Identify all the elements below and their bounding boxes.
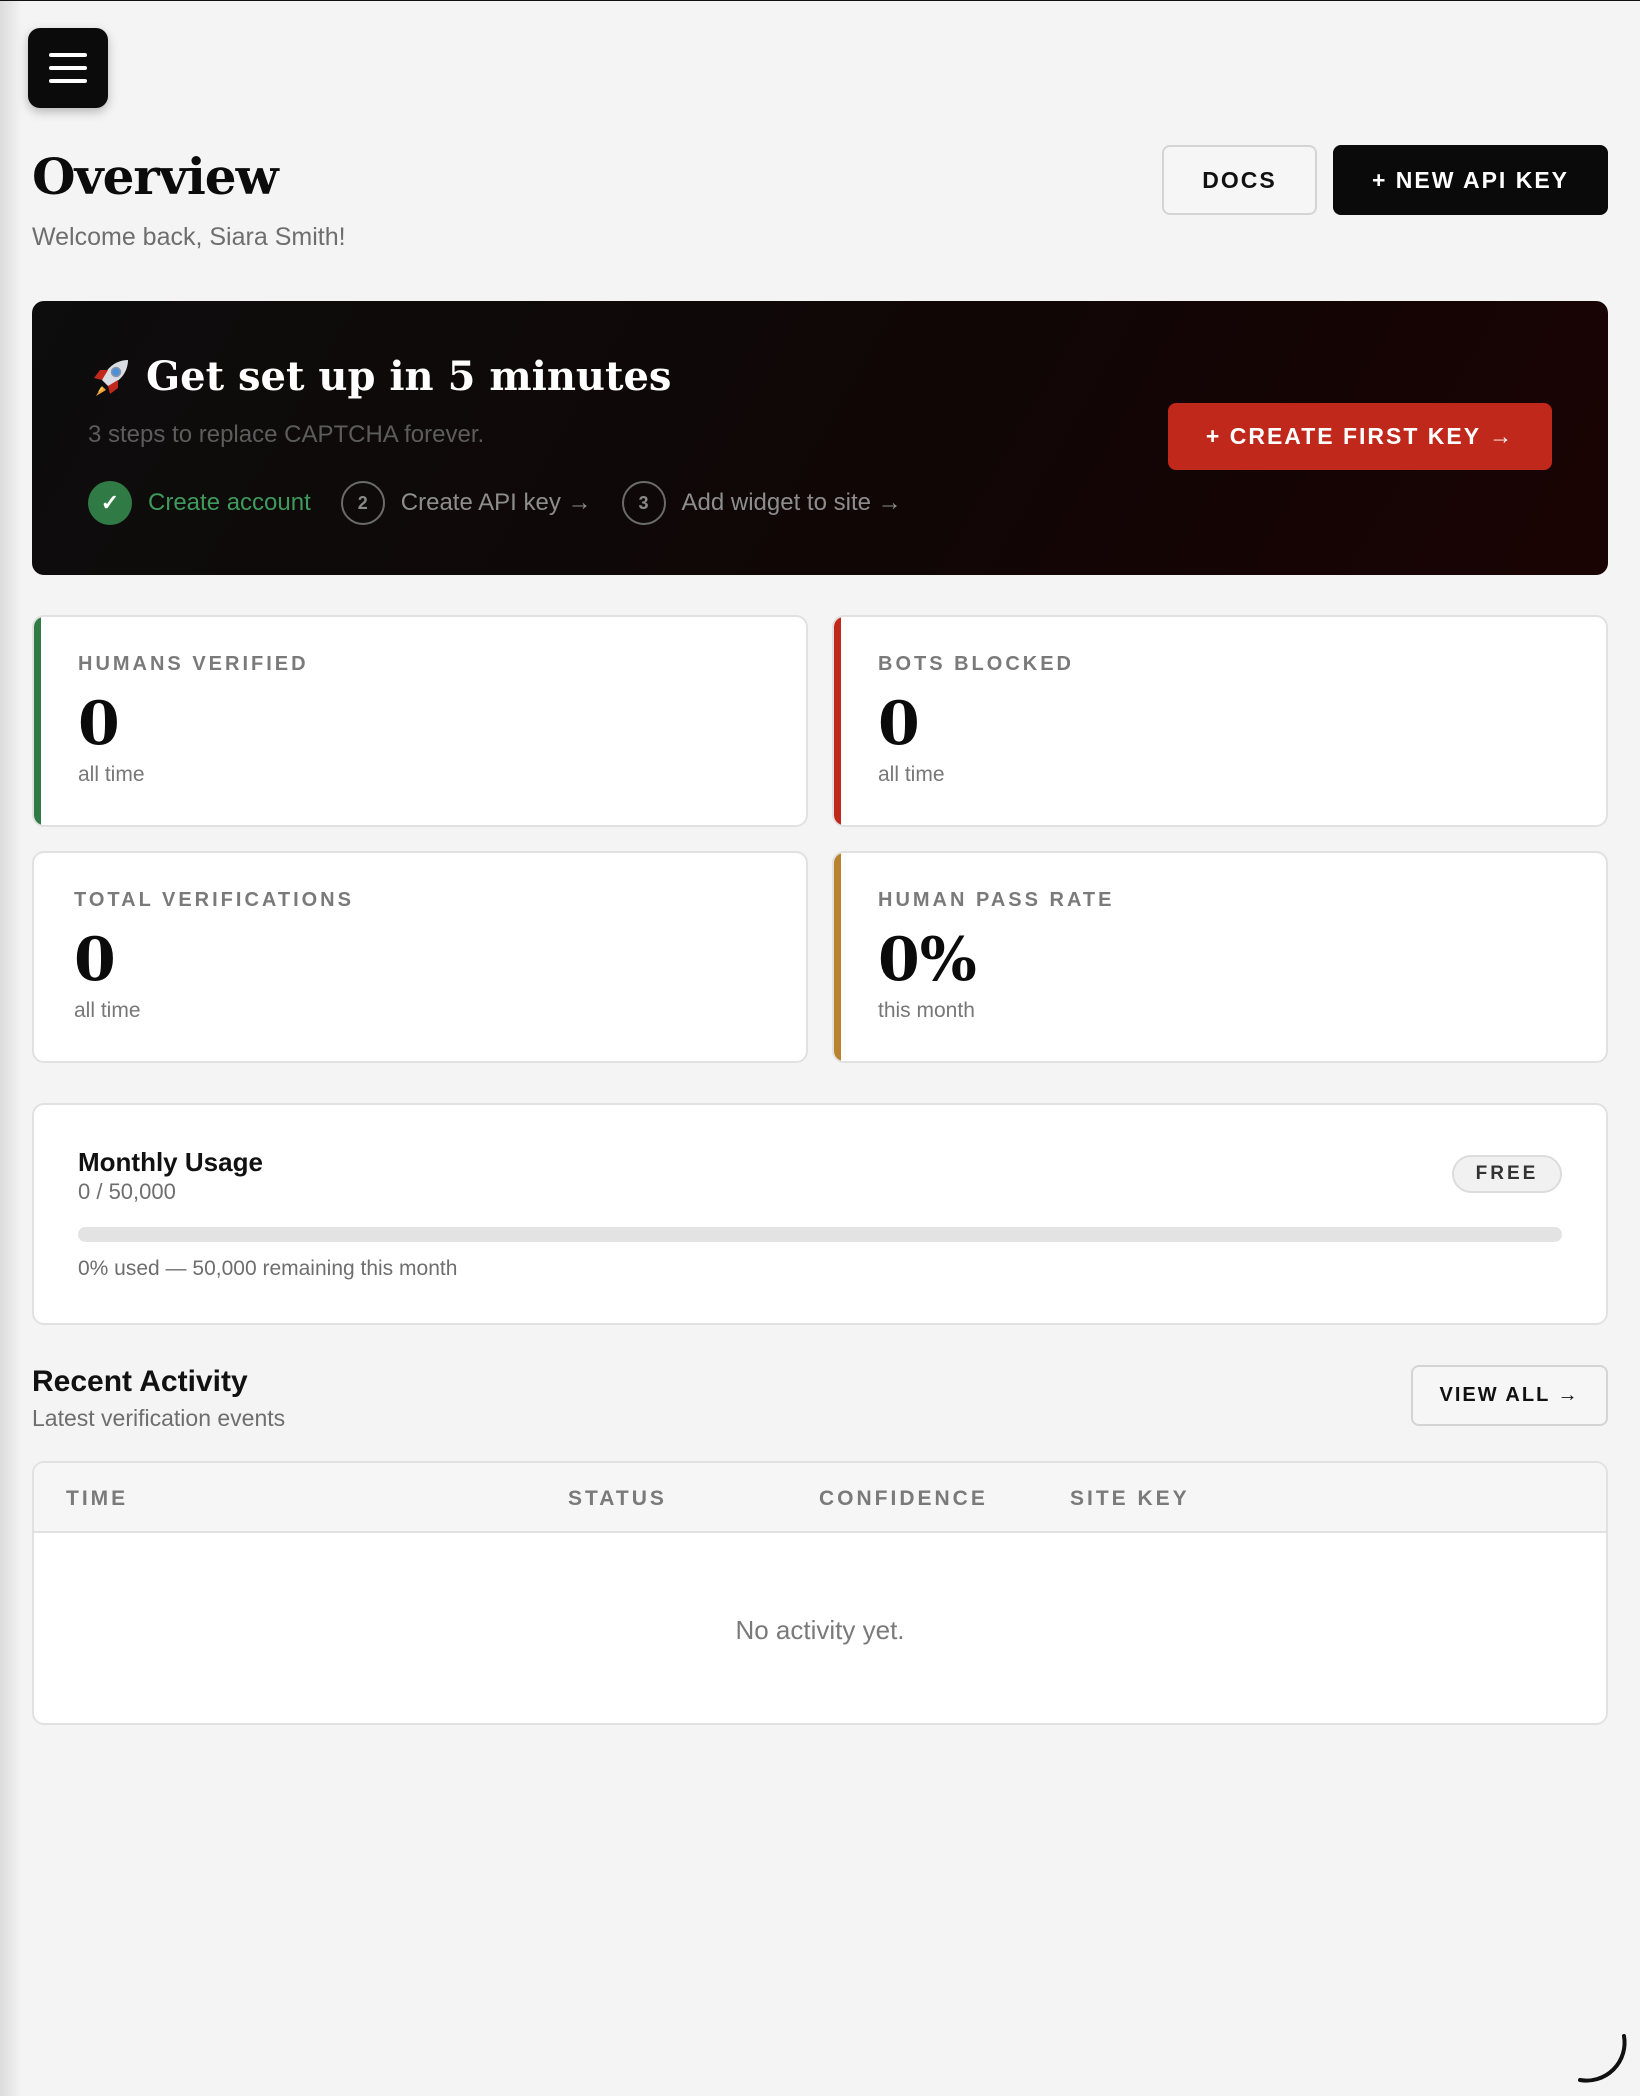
stat-label: HUMANS VERIFIED xyxy=(78,653,309,675)
setup-steps: ✓ Create account 2 Create API key → 3 Ad… xyxy=(88,481,932,525)
stat-period: all time xyxy=(878,763,945,786)
setup-banner: Get set up in 5 minutes 3 steps to repla… xyxy=(32,301,1608,575)
stat-card-human-pass-rate: HUMAN PASS RATE 0% this month xyxy=(832,851,1608,1063)
stat-value: 0 xyxy=(78,689,120,759)
step-create-api-key[interactable]: 2 Create API key → xyxy=(340,481,592,525)
recent-activity-subtitle: Latest verification events xyxy=(32,1405,286,1431)
column-header-confidence: CONFIDENCE xyxy=(819,1487,988,1510)
stat-card-total-verifications: TOTAL VERIFICATIONS 0 all time xyxy=(32,851,808,1063)
step-number: 3 xyxy=(621,481,666,525)
view-all-button[interactable]: VIEW ALL → xyxy=(1411,1365,1608,1426)
docs-button[interactable]: DOCS xyxy=(1162,145,1317,215)
stat-card-bots-blocked: BOTS BLOCKED 0 all time xyxy=(832,615,1608,827)
activity-table: TIME STATUS CONFIDENCE SITE KEY No activ… xyxy=(32,1461,1608,1725)
stat-period: this month xyxy=(878,999,975,1022)
setup-title-text: Get set up in 5 minutes xyxy=(146,353,672,400)
column-header-site-key: SITE KEY xyxy=(1070,1487,1190,1510)
column-header-status: STATUS xyxy=(568,1487,667,1510)
step-label[interactable]: Add widget to site → xyxy=(682,489,902,517)
stat-label: HUMAN PASS RATE xyxy=(878,889,1115,911)
stat-label: BOTS BLOCKED xyxy=(878,653,1074,675)
menu-button[interactable] xyxy=(28,28,108,108)
recent-activity-title: Recent Activity xyxy=(32,1365,248,1398)
table-header: TIME STATUS CONFIDENCE SITE KEY xyxy=(34,1463,1606,1533)
usage-title: Monthly Usage xyxy=(78,1147,263,1177)
dashboard-page: Overview Welcome back, Siara Smith! DOCS… xyxy=(0,0,1640,2096)
new-api-key-button[interactable]: + NEW API KEY xyxy=(1333,145,1608,215)
welcome-message: Welcome back, Siara Smith! xyxy=(32,223,346,251)
check-icon: ✓ xyxy=(88,481,132,525)
column-header-time: TIME xyxy=(66,1487,129,1510)
card-accent xyxy=(834,617,841,825)
step-number: 2 xyxy=(340,481,385,525)
usage-progress-bar xyxy=(78,1227,1562,1242)
loading-spinner-icon xyxy=(1578,2034,1627,2083)
usage-count: 0 / 50,000 xyxy=(78,1179,176,1204)
sidebar-edge-shadow xyxy=(0,1,22,2096)
monthly-usage-card: Monthly Usage 0 / 50,000 FREE 0% used — … xyxy=(32,1103,1608,1325)
empty-state-message: No activity yet. xyxy=(735,1615,905,1645)
usage-note: 0% used — 50,000 remaining this month xyxy=(78,1257,458,1280)
stat-value: 0% xyxy=(878,925,977,995)
stat-value: 0 xyxy=(74,925,116,995)
create-first-key-button[interactable]: + CREATE FIRST KEY → xyxy=(1168,403,1552,470)
stat-period: all time xyxy=(78,763,145,786)
setup-title: Get set up in 5 minutes xyxy=(88,353,671,400)
card-accent xyxy=(834,853,841,1061)
hamburger-menu-icon xyxy=(49,53,87,83)
card-accent xyxy=(34,617,41,825)
step-label: Create account xyxy=(148,489,311,516)
step-add-widget[interactable]: 3 Add widget to site → xyxy=(621,481,902,525)
setup-subtitle: 3 steps to replace CAPTCHA forever. xyxy=(88,421,485,448)
rocket-icon xyxy=(88,354,134,400)
stat-period: all time xyxy=(74,999,141,1022)
step-create-account: ✓ Create account xyxy=(88,481,311,525)
step-label[interactable]: Create API key → xyxy=(401,489,592,517)
plan-badge: FREE xyxy=(1452,1155,1562,1193)
stat-value: 0 xyxy=(878,689,920,759)
page-title: Overview xyxy=(32,147,279,206)
stat-card-humans-verified: HUMANS VERIFIED 0 all time xyxy=(32,615,808,827)
stat-label: TOTAL VERIFICATIONS xyxy=(74,889,354,911)
